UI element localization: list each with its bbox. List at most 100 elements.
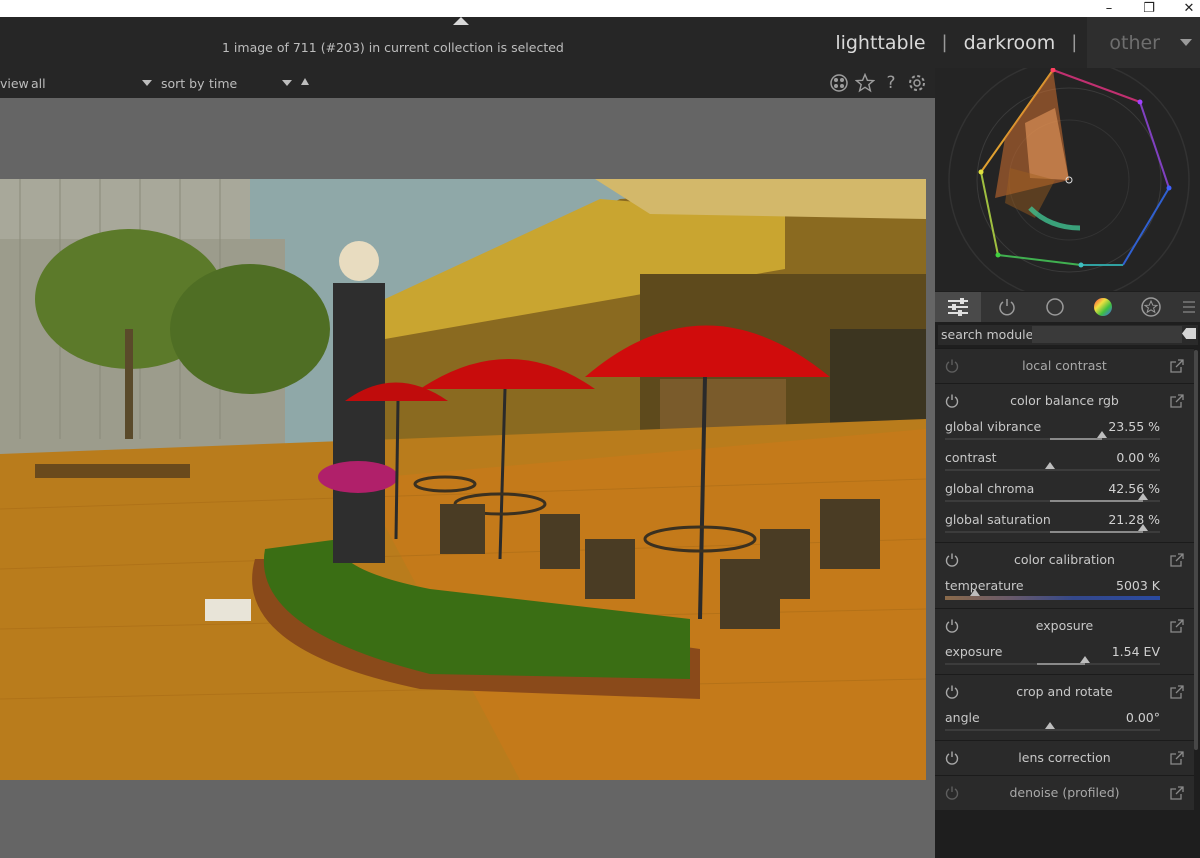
module-list: local contrast color balance rgb global vi…: [935, 348, 1194, 810]
view-darkroom[interactable]: darkroom: [964, 32, 1056, 54]
module-header[interactable]: exposure: [935, 609, 1194, 643]
module-lens-correction[interactable]: lens correction: [935, 740, 1194, 775]
slider-track[interactable]: [945, 431, 1160, 440]
view-separator: |: [941, 32, 948, 53]
photo-preview[interactable]: [0, 179, 926, 780]
slider-value[interactable]: 42.56 %: [1108, 481, 1160, 496]
restore-icon[interactable]: ❐: [1138, 0, 1160, 17]
slider-marker[interactable]: [970, 589, 981, 596]
slider-global-vibrance[interactable]: global vibrance 23.55 %: [935, 418, 1194, 449]
module-name: denoise (profiled): [1009, 785, 1120, 800]
vectorscope[interactable]: [935, 59, 1200, 301]
base-modules-icon[interactable]: [1033, 292, 1077, 322]
module-header[interactable]: color calibration: [935, 543, 1194, 577]
slider-marker[interactable]: [1045, 722, 1056, 729]
image-canvas[interactable]: [0, 98, 935, 858]
filter-bar: view all sort by time ?: [0, 68, 935, 98]
slider-value[interactable]: 1.54 EV: [1112, 644, 1160, 659]
slider-value[interactable]: 23.55 %: [1108, 419, 1160, 434]
slider-angle[interactable]: angle 0.00°: [935, 709, 1194, 740]
module-header[interactable]: local contrast: [935, 349, 1194, 383]
view-filter-select[interactable]: all: [31, 76, 46, 91]
active-modules-icon[interactable]: [985, 292, 1029, 322]
color-modules-icon[interactable]: [1081, 292, 1125, 322]
multi-instance-icon[interactable]: [1170, 750, 1184, 765]
slider-marker[interactable]: [1045, 462, 1056, 469]
sort-order-icon[interactable]: [301, 78, 309, 85]
module-header[interactable]: crop and rotate: [935, 675, 1194, 709]
module-group-tabs: [935, 292, 1200, 322]
slider-marker[interactable]: [1137, 524, 1148, 531]
module-color-calibration[interactable]: color calibration temperature 5003 K: [935, 542, 1194, 608]
chevron-down-icon: [1180, 39, 1192, 46]
module-local-contrast[interactable]: local contrast: [935, 348, 1194, 383]
multi-instance-icon[interactable]: [1170, 393, 1184, 408]
multi-instance-icon[interactable]: [1170, 684, 1184, 699]
module-list-scrollbar[interactable]: [1194, 350, 1198, 750]
collapse-top-panel-icon[interactable]: [453, 17, 469, 25]
slider-track[interactable]: [945, 722, 1160, 731]
right-panel: search module local contrast color balanc…: [935, 59, 1200, 858]
slider-global-chroma[interactable]: global chroma 42.56 %: [935, 480, 1194, 511]
chevron-down-icon[interactable]: [142, 80, 152, 86]
module-header[interactable]: lens correction: [935, 741, 1194, 775]
module-header[interactable]: denoise (profiled): [935, 776, 1194, 810]
slider-track[interactable]: [945, 589, 1160, 600]
slider-track[interactable]: [945, 493, 1160, 502]
slider-exposure[interactable]: exposure 1.54 EV: [935, 643, 1194, 674]
module-header[interactable]: color balance rgb: [935, 384, 1194, 418]
slider-track[interactable]: [945, 656, 1160, 665]
view-filter-label: view: [0, 76, 29, 91]
module-crop-and-rotate[interactable]: crop and rotate angle 0.00°: [935, 674, 1194, 740]
close-icon[interactable]: ✕: [1178, 0, 1200, 17]
search-module-input[interactable]: [1032, 326, 1182, 343]
gear-icon[interactable]: [907, 73, 927, 93]
slider-global-saturation[interactable]: global saturation 21.28 %: [935, 511, 1194, 542]
slider-marker[interactable]: [1096, 431, 1107, 438]
chevron-down-icon[interactable]: [282, 80, 292, 86]
selection-status: 1 image of 711 (#203) in current collect…: [222, 40, 564, 55]
star-icon[interactable]: [855, 73, 875, 93]
multi-instance-icon[interactable]: [1170, 552, 1184, 567]
search-module-bar: search module: [938, 325, 1198, 345]
minimize-icon[interactable]: –: [1098, 0, 1120, 17]
slider-value[interactable]: 0.00 %: [1116, 450, 1160, 465]
help-icon[interactable]: ?: [881, 73, 901, 93]
view-other-dropdown[interactable]: other: [1087, 17, 1200, 68]
slider-marker[interactable]: [1079, 656, 1090, 663]
slider-fill: [1050, 500, 1143, 502]
slider-track[interactable]: [945, 524, 1160, 533]
module-name: exposure: [1035, 618, 1094, 633]
module-name: local contrast: [1022, 358, 1107, 373]
view-other-label: other: [1109, 31, 1160, 54]
clear-search-icon[interactable]: [1182, 328, 1196, 339]
multi-instance-icon[interactable]: [1170, 785, 1184, 800]
slider-track[interactable]: [945, 462, 1160, 471]
view-separator: |: [1071, 32, 1078, 53]
grouping-icon[interactable]: [829, 73, 849, 93]
sort-select[interactable]: time: [209, 76, 237, 91]
multi-instance-icon[interactable]: [1170, 618, 1184, 633]
view-lighttable[interactable]: lighttable: [835, 32, 925, 54]
slider-value[interactable]: 5003 K: [1116, 578, 1160, 593]
window-title-bar: – ❐ ✕: [0, 0, 1200, 17]
slider-contrast[interactable]: contrast 0.00 %: [935, 449, 1194, 480]
slider-marker[interactable]: [1137, 493, 1148, 500]
module-color-balance-rgb[interactable]: color balance rgb global vibrance 23.55 % c…: [935, 383, 1194, 542]
slider-label: temperature: [945, 578, 1024, 593]
module-exposure[interactable]: exposure exposure 1.54 EV: [935, 608, 1194, 674]
effect-modules-icon[interactable]: [1129, 292, 1173, 322]
multi-instance-icon[interactable]: [1170, 358, 1184, 373]
module-name: color calibration: [1014, 552, 1115, 567]
slider-label: global vibrance: [945, 419, 1042, 434]
slider-fill: [1037, 663, 1085, 665]
presets-menu-icon[interactable]: [1177, 292, 1200, 322]
slider-temperature[interactable]: temperature 5003 K: [935, 577, 1194, 608]
slider-label: global saturation: [945, 512, 1051, 527]
slider-value[interactable]: 21.28 %: [1108, 512, 1160, 527]
slider-value[interactable]: 0.00°: [1126, 710, 1160, 725]
view-switcher: lighttable | darkroom | other: [835, 17, 1200, 68]
quick-access-icon[interactable]: [935, 292, 981, 322]
module-denoise-profiled[interactable]: denoise (profiled): [935, 775, 1194, 810]
module-name: lens correction: [1018, 750, 1111, 765]
